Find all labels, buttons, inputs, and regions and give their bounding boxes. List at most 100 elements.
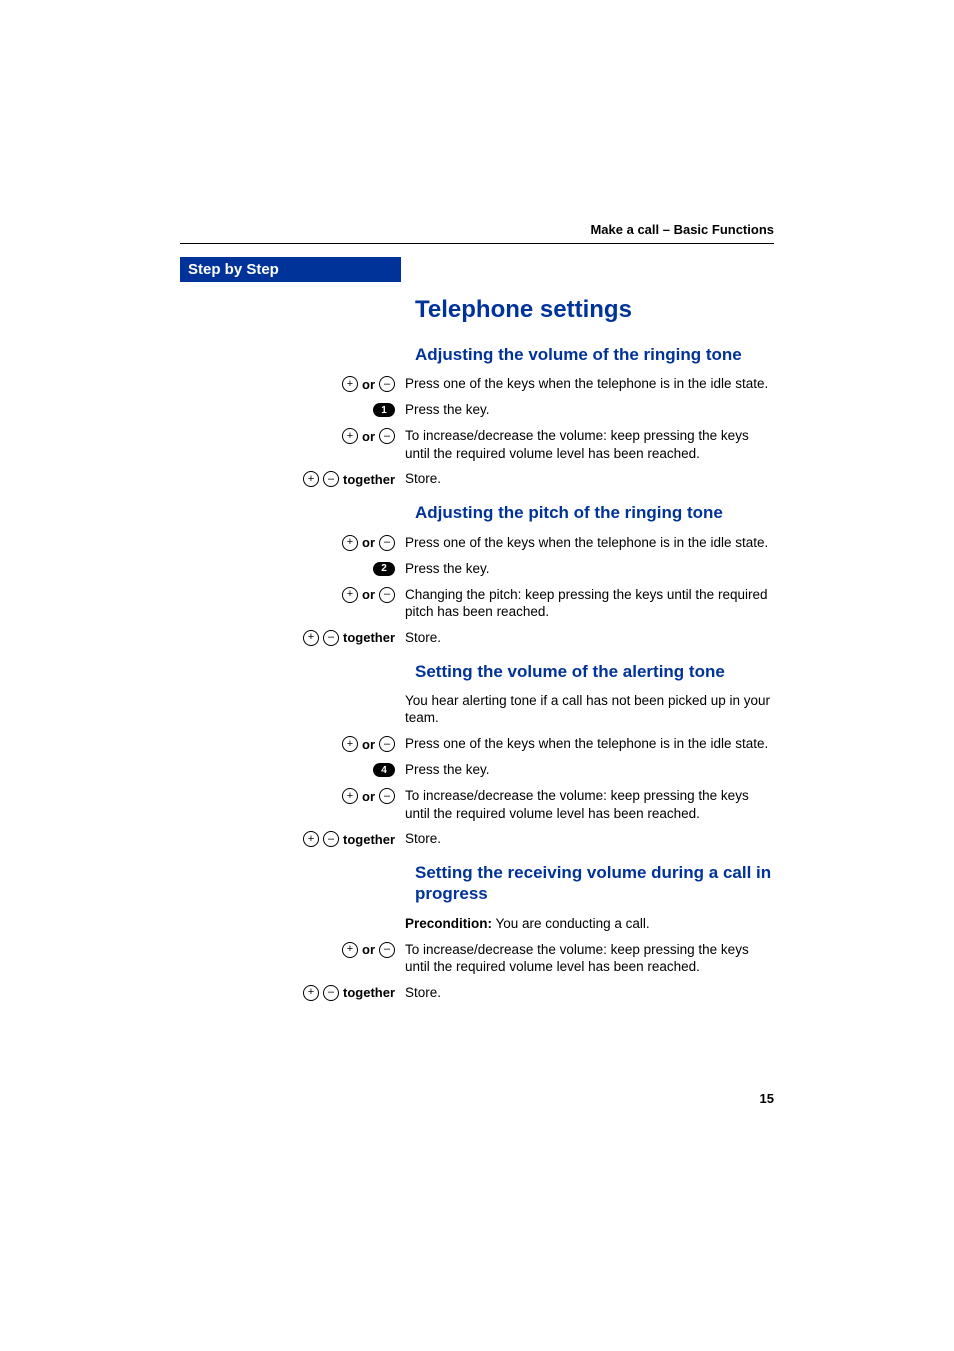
minus-key-icon: –: [379, 428, 395, 444]
intro-row: You hear alerting tone if a call has not…: [180, 692, 774, 727]
step-text: Press one of the keys when the telephone…: [405, 735, 774, 753]
or-label: or: [362, 789, 375, 804]
subsection-title: Setting the receiving volume during a ca…: [415, 862, 774, 905]
step-text: Press the key.: [405, 560, 774, 578]
step-left: +–together: [180, 470, 405, 488]
precondition-body: You are conducting a call.: [492, 916, 650, 931]
step-row: + or–Press one of the keys when the telep…: [180, 375, 774, 393]
plus-key-icon: +: [342, 942, 358, 958]
or-label: or: [362, 942, 375, 957]
number-key-icon: 4: [373, 763, 395, 777]
minus-key-icon: –: [379, 535, 395, 551]
minus-key-icon: –: [323, 630, 339, 646]
document-page: Make a call – Basic Functions Step by St…: [0, 0, 954, 1351]
step-row: 1 Press the key.: [180, 401, 774, 419]
together-label: together: [343, 832, 395, 847]
step-text: Press the key.: [405, 401, 774, 419]
or-label: or: [362, 737, 375, 752]
precondition-label: Precondition:: [405, 916, 492, 931]
step-left: +–together: [180, 830, 405, 848]
step-text: To increase/decrease the volume: keep pr…: [405, 787, 774, 822]
minus-key-icon: –: [323, 831, 339, 847]
sidebar-title-text: Step by Step: [188, 261, 279, 278]
step-row: 2 Press the key.: [180, 560, 774, 578]
minus-key-icon: –: [323, 471, 339, 487]
plus-key-icon: +: [303, 471, 319, 487]
number-key-icon: 2: [373, 562, 395, 576]
step-left: + or–: [180, 375, 405, 393]
step-left: + or–: [180, 787, 405, 805]
step-text: Store.: [405, 984, 774, 1002]
minus-key-icon: –: [379, 788, 395, 804]
together-label: together: [343, 985, 395, 1000]
step-row: 4 Press the key.: [180, 761, 774, 779]
step-row: + or–Press one of the keys when the telep…: [180, 534, 774, 552]
plus-key-icon: +: [342, 428, 358, 444]
step-row: + or–Press one of the keys when the telep…: [180, 735, 774, 753]
or-label: or: [362, 535, 375, 550]
step-left: [180, 692, 405, 710]
plus-key-icon: +: [342, 376, 358, 392]
or-label: or: [362, 587, 375, 602]
subsection-title: Setting the volume of the alerting tone: [415, 661, 774, 682]
number-key-icon: 1: [373, 403, 395, 417]
step-row: +–togetherStore.: [180, 629, 774, 647]
subsection: Setting the volume of the alerting tone Y…: [180, 661, 774, 848]
step-row: +–togetherStore.: [180, 984, 774, 1002]
plus-key-icon: +: [303, 985, 319, 1001]
step-left: +–together: [180, 629, 405, 647]
step-text: Store.: [405, 629, 774, 647]
step-text: Press one of the keys when the telephone…: [405, 534, 774, 552]
minus-key-icon: –: [379, 587, 395, 603]
running-title-text: Make a call – Basic Functions: [590, 222, 774, 237]
subsection: Setting the receiving volume during a ca…: [180, 862, 774, 1002]
step-text: To increase/decrease the volume: keep pr…: [405, 941, 774, 976]
step-text: Press one of the keys when the telephone…: [405, 375, 774, 393]
step-text: Store.: [405, 830, 774, 848]
plus-key-icon: +: [342, 788, 358, 804]
step-text: Store.: [405, 470, 774, 488]
step-left: 2: [180, 560, 405, 578]
plus-key-icon: +: [303, 831, 319, 847]
running-header: Make a call – Basic Functions: [180, 222, 774, 244]
plus-key-icon: +: [342, 736, 358, 752]
step-text: To increase/decrease the volume: keep pr…: [405, 427, 774, 462]
page-number: 15: [760, 1091, 774, 1106]
minus-key-icon: –: [379, 376, 395, 392]
step-left: [180, 915, 405, 933]
step-row: +–togetherStore.: [180, 470, 774, 488]
step-left: +–together: [180, 984, 405, 1002]
or-label: or: [362, 377, 375, 392]
sidebar-title: Step by Step: [180, 257, 401, 282]
step-left: + or–: [180, 427, 405, 445]
step-text: Changing the pitch: keep pressing the ke…: [405, 586, 774, 621]
together-label: together: [343, 472, 395, 487]
step-left: + or–: [180, 534, 405, 552]
step-row: + or–Changing the pitch: keep pressing th…: [180, 586, 774, 621]
subsection-title: Adjusting the pitch of the ringing tone: [415, 502, 774, 523]
together-label: together: [343, 630, 395, 645]
step-left: 1: [180, 401, 405, 419]
step-row: + or–To increase/decrease the volume: kee…: [180, 427, 774, 462]
step-row: + or–To increase/decrease the volume: kee…: [180, 941, 774, 976]
step-left: + or–: [180, 586, 405, 604]
step-left: 4: [180, 761, 405, 779]
step-row: + or–To increase/decrease the volume: kee…: [180, 787, 774, 822]
precondition-row: Precondition: You are conducting a call.: [180, 915, 774, 933]
subsection: Adjusting the pitch of the ringing tone +…: [180, 502, 774, 646]
minus-key-icon: –: [379, 942, 395, 958]
step-text: Press the key.: [405, 761, 774, 779]
plus-key-icon: +: [303, 630, 319, 646]
minus-key-icon: –: [323, 985, 339, 1001]
step-left: + or–: [180, 735, 405, 753]
plus-key-icon: +: [342, 535, 358, 551]
page-title: Telephone settings: [415, 296, 774, 324]
step-row: +–togetherStore.: [180, 830, 774, 848]
subsection-title: Adjusting the volume of the ringing tone: [415, 344, 774, 365]
plus-key-icon: +: [342, 587, 358, 603]
or-label: or: [362, 429, 375, 444]
content-area: Telephone settings Adjusting the volume …: [180, 290, 774, 1010]
intro-text: You hear alerting tone if a call has not…: [405, 692, 774, 727]
minus-key-icon: –: [379, 736, 395, 752]
precondition-text: Precondition: You are conducting a call.: [405, 915, 774, 933]
